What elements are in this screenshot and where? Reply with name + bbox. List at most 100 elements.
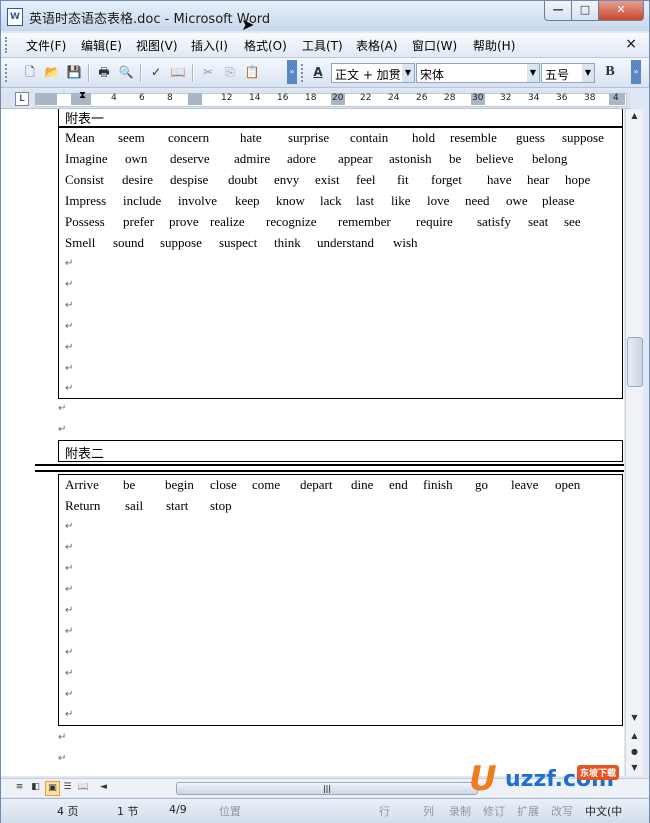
toolbar-options-chevron-icon[interactable]: » bbox=[287, 60, 297, 84]
status-track-changes[interactable]: 修订 bbox=[483, 803, 505, 819]
table-word: love bbox=[427, 193, 450, 208]
vertical-scrollbar[interactable]: ▲ ▼ ▲ ● ▼ bbox=[625, 109, 643, 776]
table-row[interactable]: Impress include involve keep know lack l… bbox=[65, 193, 574, 213]
toolbar-grip[interactable] bbox=[5, 64, 11, 82]
tab-selector[interactable]: L bbox=[15, 92, 29, 106]
new-document-icon[interactable]: 🗋 bbox=[21, 63, 39, 81]
status-overtype[interactable]: 改写 bbox=[551, 803, 573, 819]
table-word: keep bbox=[235, 193, 260, 208]
table1[interactable]: Mean seem concern hate surprise contain … bbox=[58, 127, 623, 399]
select-browse-object-icon[interactable]: ● bbox=[628, 745, 641, 759]
scroll-down-icon[interactable]: ▼ bbox=[628, 711, 641, 725]
table-row[interactable]: Arrive be begin close come depart dine e… bbox=[65, 477, 580, 497]
formatting-toolbar-grip[interactable] bbox=[301, 64, 307, 82]
table-word: exist bbox=[315, 172, 340, 187]
table-word: like bbox=[391, 193, 411, 208]
table-row[interactable]: Mean seem concern hate surprise contain … bbox=[65, 130, 604, 150]
menu-view[interactable]: 视图(V) bbox=[136, 37, 178, 54]
word-app-icon[interactable]: W bbox=[7, 8, 23, 26]
minimize-button[interactable]: — bbox=[544, 1, 572, 21]
menu-format[interactable]: 格式(O) bbox=[244, 37, 287, 54]
chevron-down-icon[interactable]: ▼ bbox=[582, 64, 594, 82]
outline-view-icon[interactable]: ☰ bbox=[61, 781, 74, 794]
table-row[interactable]: Consist desire despise doubt envy exist … bbox=[65, 172, 590, 192]
table-word: deserve bbox=[170, 151, 210, 166]
maximize-button[interactable]: □ bbox=[571, 1, 599, 21]
copy-icon[interactable]: ⎘ bbox=[221, 63, 239, 81]
ruler-number: 16 bbox=[277, 93, 289, 103]
save-icon[interactable]: 💾 bbox=[65, 63, 83, 81]
horizontal-scroll-thumb[interactable]: ||| bbox=[176, 782, 478, 795]
web-layout-view-icon[interactable]: ◧ bbox=[29, 781, 42, 794]
scroll-up-icon[interactable]: ▲ bbox=[628, 109, 641, 123]
spelling-check-icon[interactable]: ✓ bbox=[147, 63, 165, 81]
bold-button[interactable]: B bbox=[601, 63, 619, 81]
table2-caption: 附表二 bbox=[65, 447, 105, 462]
vertical-scroll-thumb[interactable] bbox=[627, 337, 643, 387]
print-layout-view-icon[interactable]: ▣ bbox=[45, 781, 60, 796]
paragraph-mark: ↵ bbox=[58, 403, 67, 414]
toolbar-separator bbox=[88, 64, 90, 82]
table-word: belong bbox=[532, 151, 568, 166]
paragraph-mark: ↵ bbox=[65, 383, 74, 394]
ruler-number: 12 bbox=[221, 93, 233, 103]
paste-icon[interactable]: 📋 bbox=[243, 63, 261, 81]
font-size-combo[interactable]: 五号 ▼ bbox=[541, 63, 595, 83]
menu-table[interactable]: 表格(A) bbox=[356, 37, 398, 54]
table-word: be bbox=[123, 477, 136, 492]
ruler-number: 22 bbox=[360, 93, 372, 103]
open-folder-icon[interactable]: 📂 bbox=[43, 63, 61, 81]
normal-view-icon[interactable]: ≡ bbox=[13, 781, 26, 794]
menu-insert[interactable]: 插入(I) bbox=[191, 37, 228, 54]
chevron-down-icon[interactable]: ▼ bbox=[402, 64, 414, 82]
paragraph-mark: ↵ bbox=[58, 424, 67, 435]
menu-file[interactable]: 文件(F) bbox=[26, 37, 66, 54]
table2[interactable]: Arrive be begin close come depart dine e… bbox=[58, 474, 623, 726]
table1-caption-cell[interactable]: 附表一 bbox=[58, 109, 623, 127]
ruler-margin-left bbox=[35, 93, 57, 105]
formatting-options-chevron-icon[interactable]: » bbox=[631, 60, 641, 84]
table-word: hate bbox=[240, 130, 262, 145]
menu-bar: 文件(F) 编辑(E) 视图(V) 插入(I) 格式(O) 工具(T) 表格(A… bbox=[1, 33, 649, 58]
research-icon[interactable]: 📖 bbox=[169, 63, 187, 81]
print-icon[interactable]: 🖶 bbox=[95, 63, 113, 81]
status-record[interactable]: 录制 bbox=[449, 803, 471, 819]
table-word: Imagine bbox=[65, 151, 108, 166]
menu-window[interactable]: 窗口(W) bbox=[412, 37, 457, 54]
style-combo[interactable]: 正文 + 加贯 ▼ bbox=[331, 63, 415, 83]
menu-tools[interactable]: 工具(T) bbox=[302, 37, 343, 54]
font-combo-value: 宋体 bbox=[420, 68, 445, 82]
cut-icon[interactable]: ✂ bbox=[199, 63, 217, 81]
table-row[interactable]: Return sail start stop bbox=[65, 498, 232, 518]
menu-edit[interactable]: 编辑(E) bbox=[81, 37, 122, 54]
table-row[interactable]: Smell sound suppose suspect think unders… bbox=[65, 235, 418, 255]
indent-marker-icon[interactable]: ⧗ bbox=[79, 90, 86, 101]
table-word: recognize bbox=[266, 214, 317, 229]
scroll-left-icon[interactable]: ◄ bbox=[97, 781, 110, 794]
table-word: have bbox=[487, 172, 512, 187]
status-extend[interactable]: 扩展 bbox=[517, 803, 539, 819]
table-row[interactable]: Imagine own deserve admire adore appear … bbox=[65, 151, 567, 171]
document-area[interactable]: 附表一 Mean seem concern hate surprise cont… bbox=[1, 109, 624, 776]
table-word: contain bbox=[350, 130, 389, 145]
paragraph-mark: ↵ bbox=[65, 321, 74, 332]
document-close-icon[interactable]: × bbox=[625, 36, 637, 52]
chevron-down-icon[interactable]: ▼ bbox=[527, 64, 539, 82]
font-combo[interactable]: 宋体 ▼ bbox=[416, 63, 540, 83]
page-break-line bbox=[35, 464, 624, 472]
close-window-button[interactable]: ✕ bbox=[598, 1, 644, 21]
table-word: seem bbox=[118, 130, 145, 145]
table-word: desire bbox=[122, 172, 154, 187]
print-preview-icon[interactable]: 🔍 bbox=[117, 63, 135, 81]
previous-page-icon[interactable]: ▲ bbox=[628, 729, 641, 743]
table-row[interactable]: Possess prefer prove realize recognize r… bbox=[65, 214, 581, 234]
menu-help[interactable]: 帮助(H) bbox=[473, 37, 515, 54]
menubar-grip[interactable] bbox=[5, 37, 11, 53]
horizontal-ruler[interactable]: L ⧗ 4 6 8 12 14 16 18 20 22 24 26 28 30 … bbox=[1, 90, 631, 109]
styles-formatting-icon[interactable]: A bbox=[309, 63, 327, 81]
ruler-number: 32 bbox=[500, 93, 512, 103]
table-word: sound bbox=[113, 235, 145, 250]
table-word: forget bbox=[431, 172, 462, 187]
table2-caption-cell[interactable]: 附表二 bbox=[58, 440, 623, 462]
reading-layout-view-icon[interactable]: 📖 bbox=[77, 781, 90, 794]
